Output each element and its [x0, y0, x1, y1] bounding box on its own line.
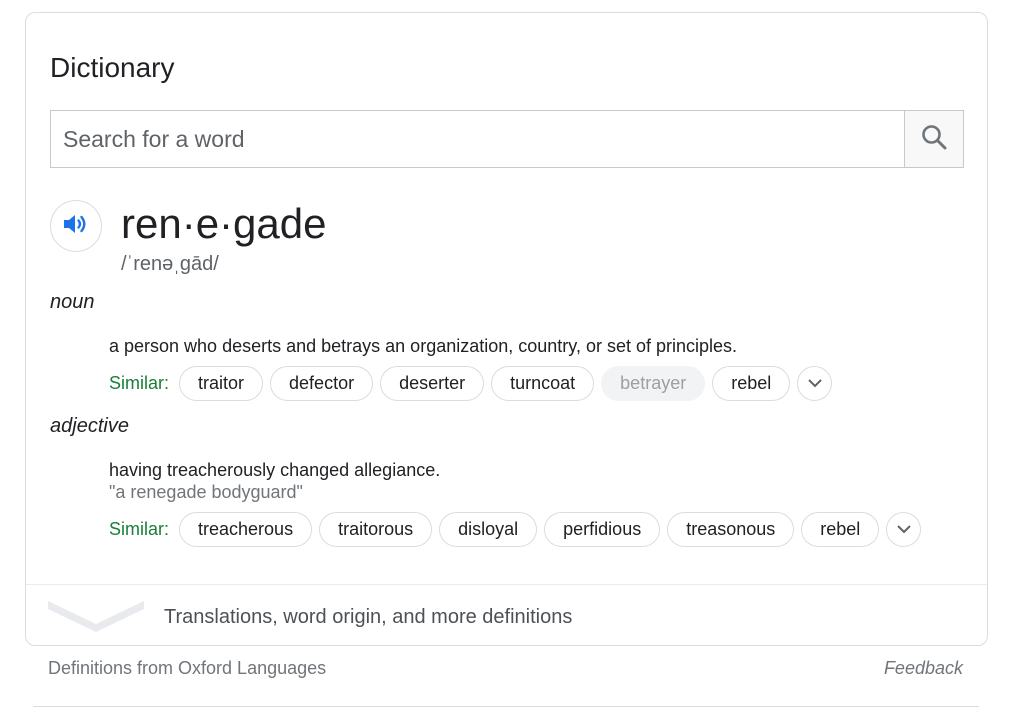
- similar-chip[interactable]: perfidious: [544, 511, 661, 547]
- similar-chip[interactable]: defector: [270, 365, 374, 401]
- part-of-speech: adjective: [50, 415, 129, 437]
- similar-label: Similar:: [109, 518, 170, 539]
- similar-chip[interactable]: betrayer: [601, 365, 706, 401]
- search-input[interactable]: [51, 111, 904, 167]
- similar-chip[interactable]: traitor: [179, 365, 264, 401]
- similar-chip[interactable]: treacherous: [179, 511, 313, 547]
- definition: having treacherously changed allegiance.: [109, 460, 441, 480]
- similar-chip[interactable]: disloyal: [439, 511, 538, 547]
- phonetic: /ˈrenəˌɡād/: [121, 253, 219, 275]
- similar-chip[interactable]: rebel: [712, 365, 791, 401]
- headword: ren·e·gade: [121, 200, 327, 247]
- similar-words-row: Similar: treacherous traitorous disloyal…: [109, 511, 922, 547]
- similar-chip[interactable]: traitorous: [319, 511, 433, 547]
- chevron-down-icon: [808, 379, 822, 388]
- divider: [33, 706, 979, 707]
- search-box: [50, 110, 964, 168]
- pronunciation-audio-button[interactable]: [50, 200, 102, 252]
- similar-chip[interactable]: treasonous: [667, 511, 795, 547]
- more-definitions-label: Translations, word origin, and more defi…: [164, 606, 573, 628]
- chevron-down-icon: [48, 599, 144, 638]
- usage-example: "a renegade bodyguard": [109, 482, 303, 502]
- expand-similar-button[interactable]: [886, 511, 922, 547]
- dictionary-card: Dictionary ren·e·gade /ˈrenəˌɡād/ noun a…: [25, 12, 988, 646]
- similar-chip[interactable]: rebel: [801, 511, 880, 547]
- feedback-link[interactable]: Feedback: [884, 656, 963, 680]
- more-definitions-toggle[interactable]: Translations, word origin, and more defi…: [26, 585, 987, 645]
- expand-similar-button[interactable]: [797, 365, 833, 401]
- search-icon: [920, 123, 948, 156]
- source-attribution: Definitions from Oxford Languages: [48, 658, 327, 678]
- similar-label: Similar:: [109, 372, 170, 393]
- speaker-icon: [62, 212, 90, 241]
- similar-chip[interactable]: turncoat: [491, 365, 595, 401]
- chevron-down-icon: [897, 525, 911, 534]
- similar-chip[interactable]: deserter: [380, 365, 485, 401]
- definition: a person who deserts and betrays an orga…: [109, 336, 738, 356]
- part-of-speech: noun: [50, 291, 95, 313]
- card-title: Dictionary: [50, 52, 175, 83]
- similar-words-row: Similar: traitor defector deserter turnc…: [109, 365, 833, 401]
- search-button[interactable]: [904, 111, 963, 167]
